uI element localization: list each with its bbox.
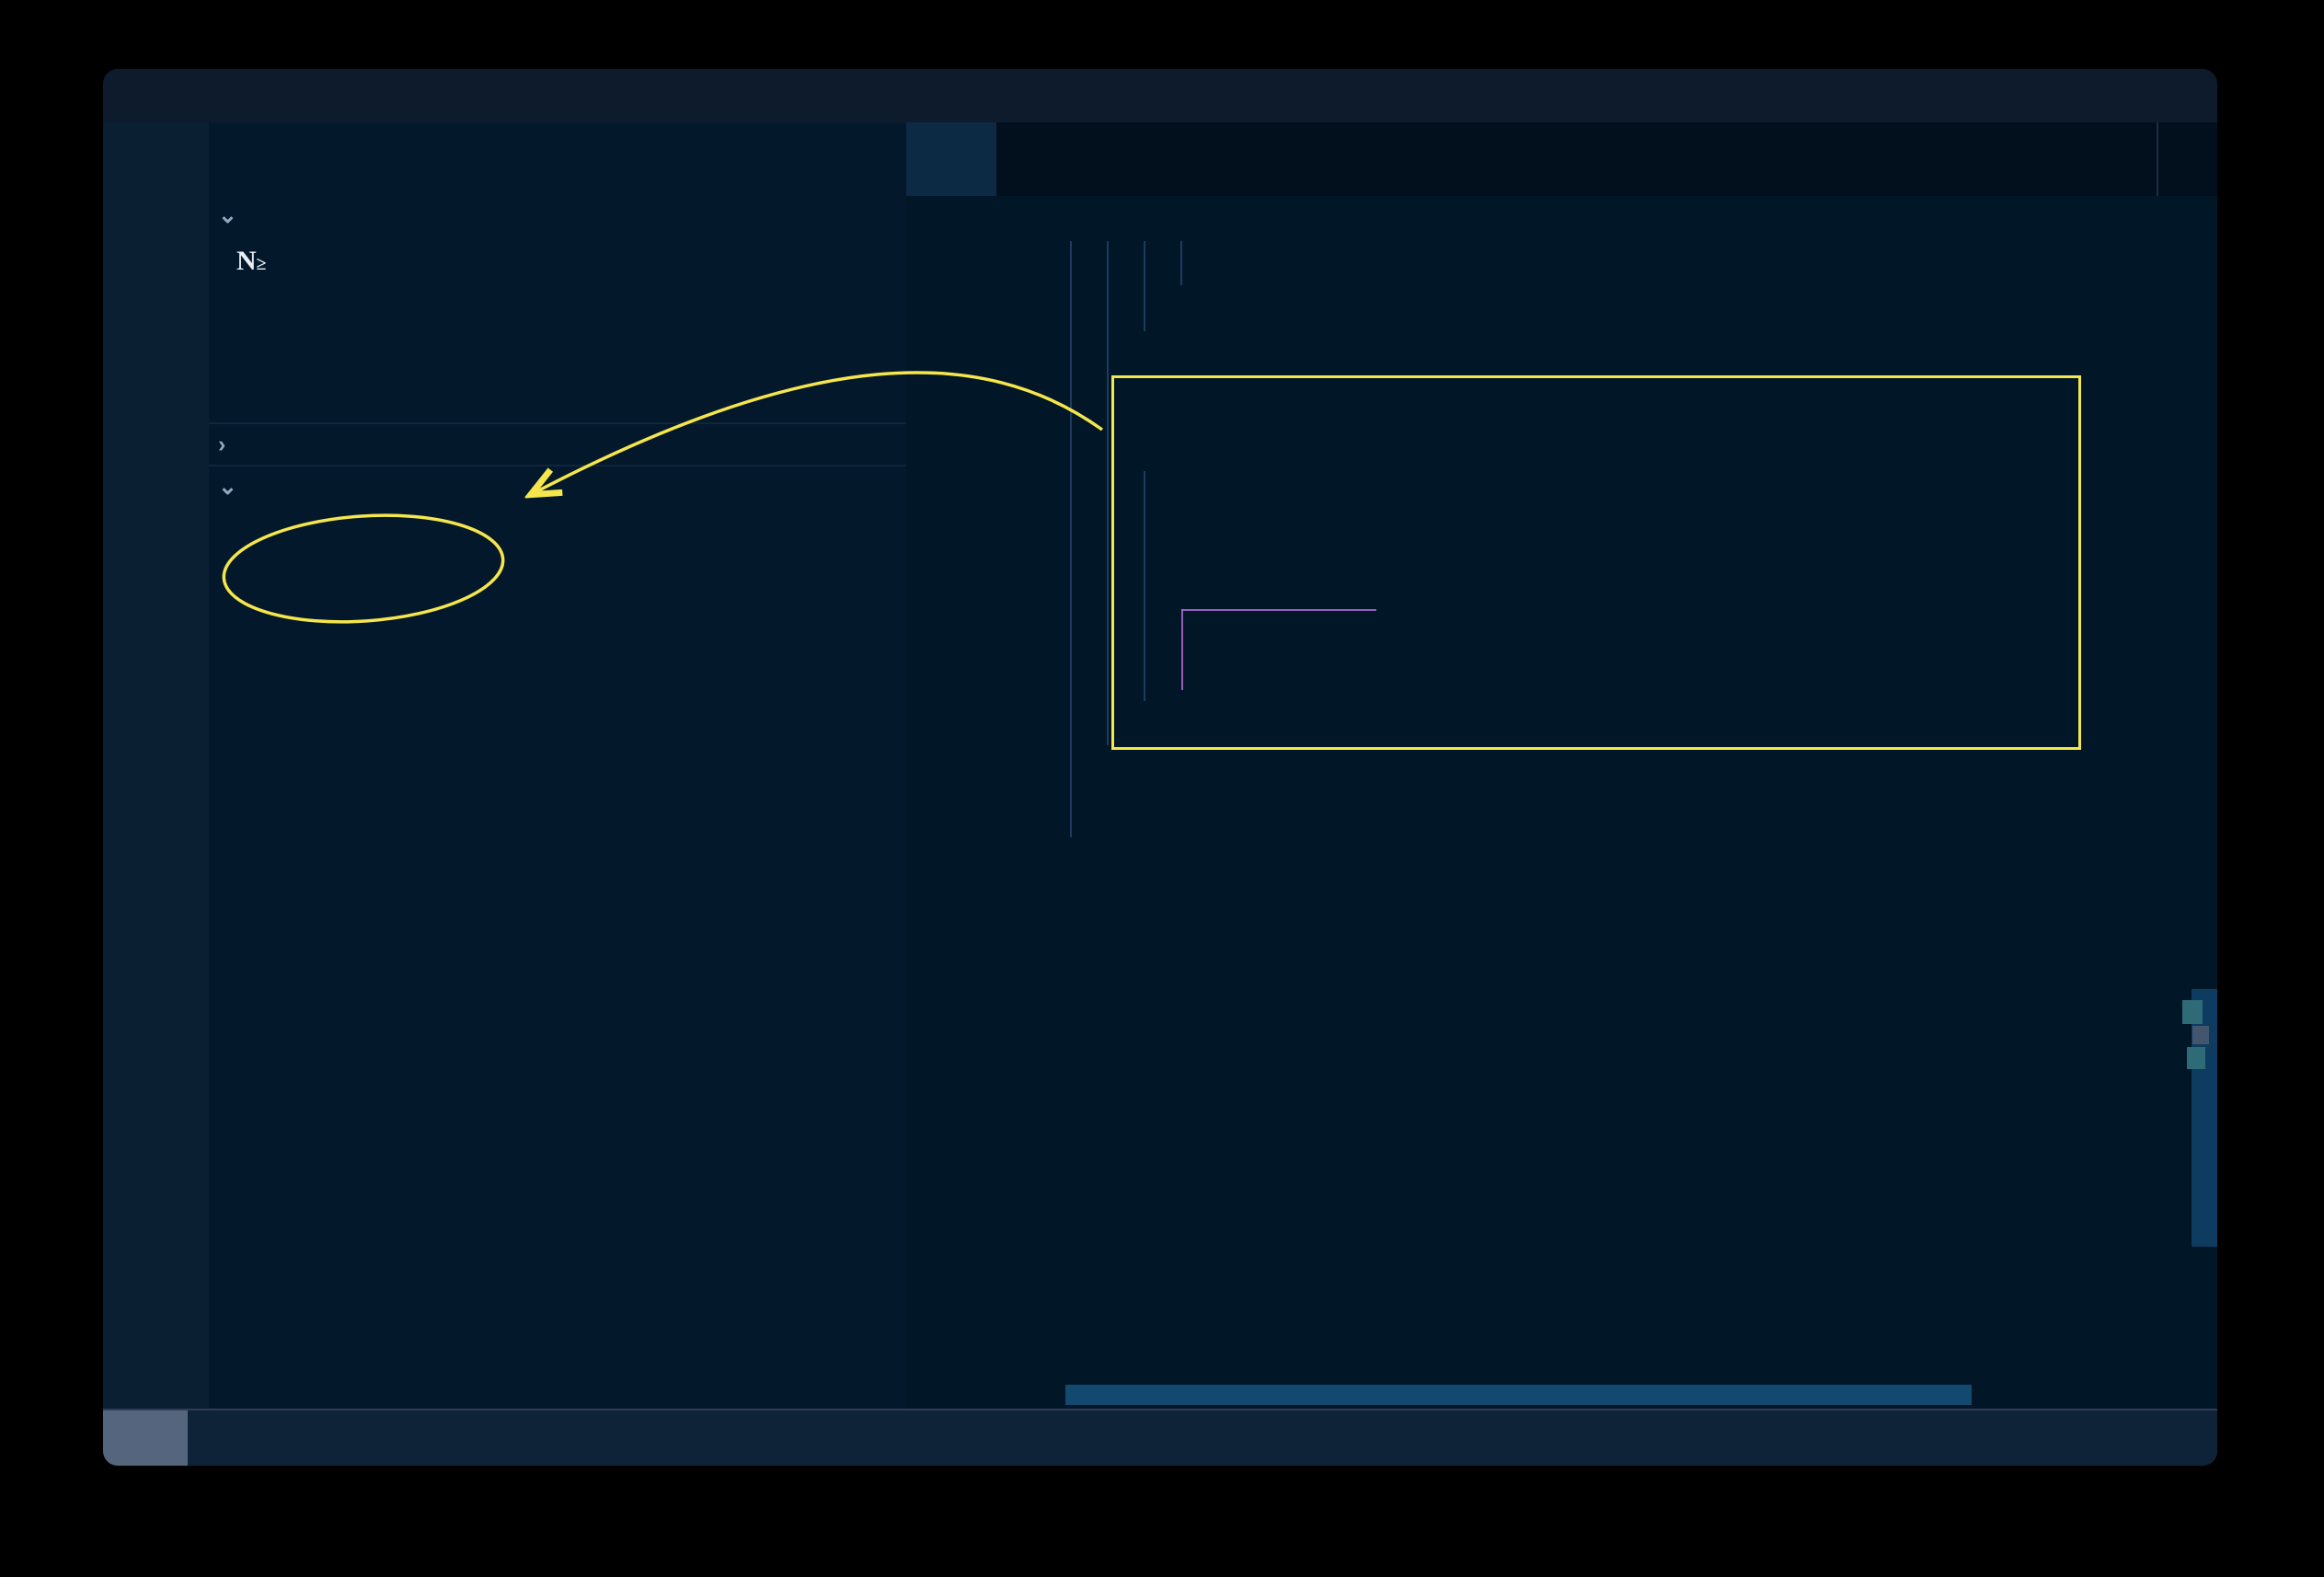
section-projects[interactable]: ⌄ [209, 465, 906, 507]
indent-guide [1070, 241, 1072, 837]
breadcrumb [906, 196, 2217, 241]
overview-ruler-mark [2192, 1026, 2209, 1044]
tab-project-json[interactable] [906, 122, 996, 196]
minimize-window-button[interactable] [157, 86, 178, 106]
section-generate-run-target[interactable]: ⌄ [209, 194, 906, 236]
sidebar-item-change-workspace[interactable]: N≥ [209, 236, 906, 286]
traffic-lights [123, 86, 212, 106]
nx-logo-icon: N≥ [236, 246, 267, 277]
indent-guide [1144, 241, 1145, 331]
title-bar [103, 69, 2217, 122]
code-editor[interactable] [906, 241, 2217, 1409]
editor-actions [2157, 122, 2217, 196]
indent-guide [1180, 241, 1182, 285]
close-window-button[interactable] [123, 86, 144, 106]
chevron-down-icon: ⌄ [218, 201, 237, 229]
remote-indicator[interactable] [103, 1410, 188, 1466]
chevron-right-icon: › [218, 432, 226, 458]
section-common-nx-commands[interactable]: › [209, 422, 906, 465]
status-bar [103, 1409, 2217, 1466]
vscode-window: ⌄ N≥ › ⌄ [103, 69, 2217, 1466]
activity-bar [103, 122, 209, 1409]
indent-guide [1107, 241, 1109, 745]
nx-console-sidebar: ⌄ N≥ › ⌄ [209, 122, 906, 1409]
editor-group [906, 122, 2217, 1409]
overview-ruler-mark [2182, 1000, 2203, 1024]
overview-ruler-mark [2187, 1047, 2205, 1069]
annotation-highlight-box [1111, 375, 2081, 750]
tab-strip [906, 122, 2217, 196]
zoom-window-button[interactable] [191, 86, 212, 106]
chevron-down-icon: ⌄ [218, 473, 237, 501]
horizontal-scrollbar[interactable] [1065, 1385, 1972, 1405]
